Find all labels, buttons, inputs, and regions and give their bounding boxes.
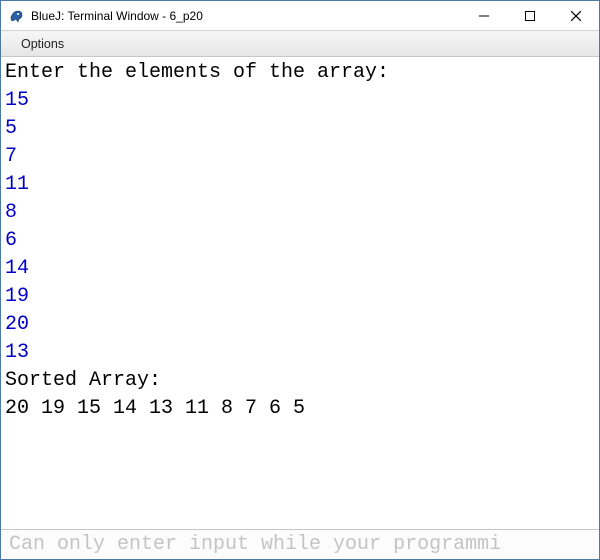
output-line: Enter the elements of the array: [5, 59, 595, 87]
input-line: 5 [5, 115, 595, 143]
bluej-icon [9, 8, 25, 24]
output-line: Sorted Array: [5, 367, 595, 395]
input-line: 7 [5, 143, 595, 171]
input-line: 15 [5, 87, 595, 115]
terminal-window: BlueJ: Terminal Window - 6_p20 Options E… [0, 0, 600, 560]
minimize-button[interactable] [461, 1, 507, 30]
input-line: 6 [5, 227, 595, 255]
maximize-button[interactable] [507, 1, 553, 30]
input-line: 8 [5, 199, 595, 227]
input-line: 19 [5, 283, 595, 311]
close-button[interactable] [553, 1, 599, 30]
window-buttons [461, 1, 599, 30]
menubar: Options [1, 31, 599, 57]
input-bar [1, 529, 599, 559]
menu-options[interactable]: Options [13, 35, 72, 53]
input-line: 20 [5, 311, 595, 339]
terminal-output: Enter the elements of the array:15571186… [1, 57, 599, 529]
output-line: 20 19 15 14 13 11 8 7 6 5 [5, 395, 595, 423]
input-line: 13 [5, 339, 595, 367]
titlebar: BlueJ: Terminal Window - 6_p20 [1, 1, 599, 31]
window-title: BlueJ: Terminal Window - 6_p20 [31, 9, 461, 23]
terminal-input[interactable] [7, 532, 593, 557]
input-line: 11 [5, 171, 595, 199]
input-line: 14 [5, 255, 595, 283]
